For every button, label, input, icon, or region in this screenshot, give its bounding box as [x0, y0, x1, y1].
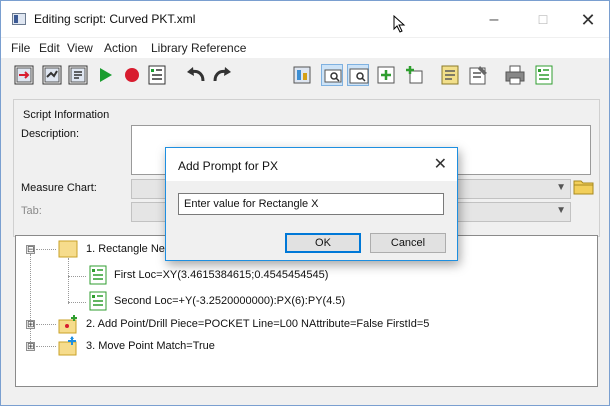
tree-item-rectangle[interactable]: 1. Rectangle Ne: [86, 243, 165, 265]
chevron-down-icon: ▼: [556, 205, 566, 216]
ok-button[interactable]: OK: [285, 233, 361, 253]
tree-item-second[interactable]: Second Loc=+Y(-3.2520000000):PX(6):PY(4.…: [114, 295, 345, 317]
maximize-button[interactable]: ☐: [523, 7, 563, 33]
edit-notes-icon[interactable]: [467, 64, 489, 86]
minimize-button[interactable]: –: [474, 7, 514, 33]
mouse-cursor-icon: [393, 14, 407, 33]
list-node-icon: [88, 265, 108, 285]
tree-connector: [68, 302, 86, 303]
print-icon[interactable]: [504, 64, 526, 86]
tree-item-first[interactable]: First Loc=XY(3.4615384615;0.4545454545): [114, 269, 328, 291]
tree-item-add-point-drill[interactable]: 2. Add Point/Drill Piece=POCKET Line=L00…: [86, 318, 429, 340]
prompt-input[interactable]: [178, 193, 444, 215]
play-icon[interactable]: [94, 64, 116, 86]
zoom-window-icon[interactable]: [321, 64, 343, 86]
description-label: Description:: [21, 128, 80, 140]
add-icon[interactable]: [375, 64, 397, 86]
move-point-icon: [58, 336, 78, 356]
rectangle-node-icon: [58, 239, 78, 259]
chevron-down-icon: ▼: [556, 182, 566, 193]
menu-edit[interactable]: Edit: [39, 41, 60, 55]
collapse-icon[interactable]: ⊟: [26, 245, 35, 254]
chart-icon[interactable]: [291, 64, 313, 86]
dialog-close-button[interactable]: ✕: [434, 154, 447, 174]
tree-connector: [36, 249, 56, 250]
list-node-icon: [88, 291, 108, 311]
tree-connector: [30, 254, 31, 346]
add-multiple-icon[interactable]: [403, 64, 425, 86]
window-title: Editing script: Curved PKT.xml: [34, 12, 196, 26]
app-icon: [12, 13, 26, 25]
notes-icon[interactable]: [439, 64, 461, 86]
script-list-icon[interactable]: [146, 64, 168, 86]
menu-bar: File Edit View Action Library Reference: [1, 38, 609, 58]
measure-chart-label: Measure Chart:: [21, 182, 97, 194]
script-information-legend: Script Information: [21, 109, 112, 121]
app-window: Editing script: Curved PKT.xml – ☐ ✕ Fil…: [0, 0, 610, 406]
title-bar[interactable]: Editing script: Curved PKT.xml – ☐ ✕: [1, 1, 609, 37]
tree-connector: [68, 258, 69, 304]
expand-icon[interactable]: ⊞: [26, 320, 35, 329]
tree-connector: [36, 324, 56, 325]
dialog-title: Add Prompt for PX: [178, 159, 279, 173]
menu-action[interactable]: Action: [104, 41, 137, 55]
dialog-body: OK Cancel: [166, 181, 457, 260]
properties-icon[interactable]: [67, 64, 89, 86]
cancel-button[interactable]: Cancel: [370, 233, 446, 253]
zoom-fit-icon[interactable]: [347, 64, 369, 86]
redo-icon[interactable]: [211, 64, 233, 86]
export-script-icon[interactable]: [41, 64, 63, 86]
tab-label: Tab:: [21, 205, 42, 217]
expand-icon[interactable]: ⊞: [26, 342, 35, 351]
tree-item-move-point[interactable]: 3. Move Point Match=True: [86, 340, 215, 362]
toolbar: [1, 59, 609, 93]
menu-view[interactable]: View: [67, 41, 93, 55]
close-button[interactable]: ✕: [568, 7, 608, 33]
tree-connector: [68, 276, 86, 277]
import-script-icon[interactable]: [13, 64, 35, 86]
menu-library-reference[interactable]: Library Reference: [151, 41, 246, 55]
menu-file[interactable]: File: [11, 41, 30, 55]
undo-icon[interactable]: [185, 64, 207, 86]
add-point-drill-icon: [58, 314, 78, 334]
folder-icon[interactable]: [573, 177, 595, 195]
tree-connector: [36, 346, 56, 347]
add-prompt-dialog: Add Prompt for PX ✕ OK Cancel: [165, 147, 458, 261]
report-icon[interactable]: [533, 64, 555, 86]
record-icon[interactable]: [121, 64, 143, 86]
